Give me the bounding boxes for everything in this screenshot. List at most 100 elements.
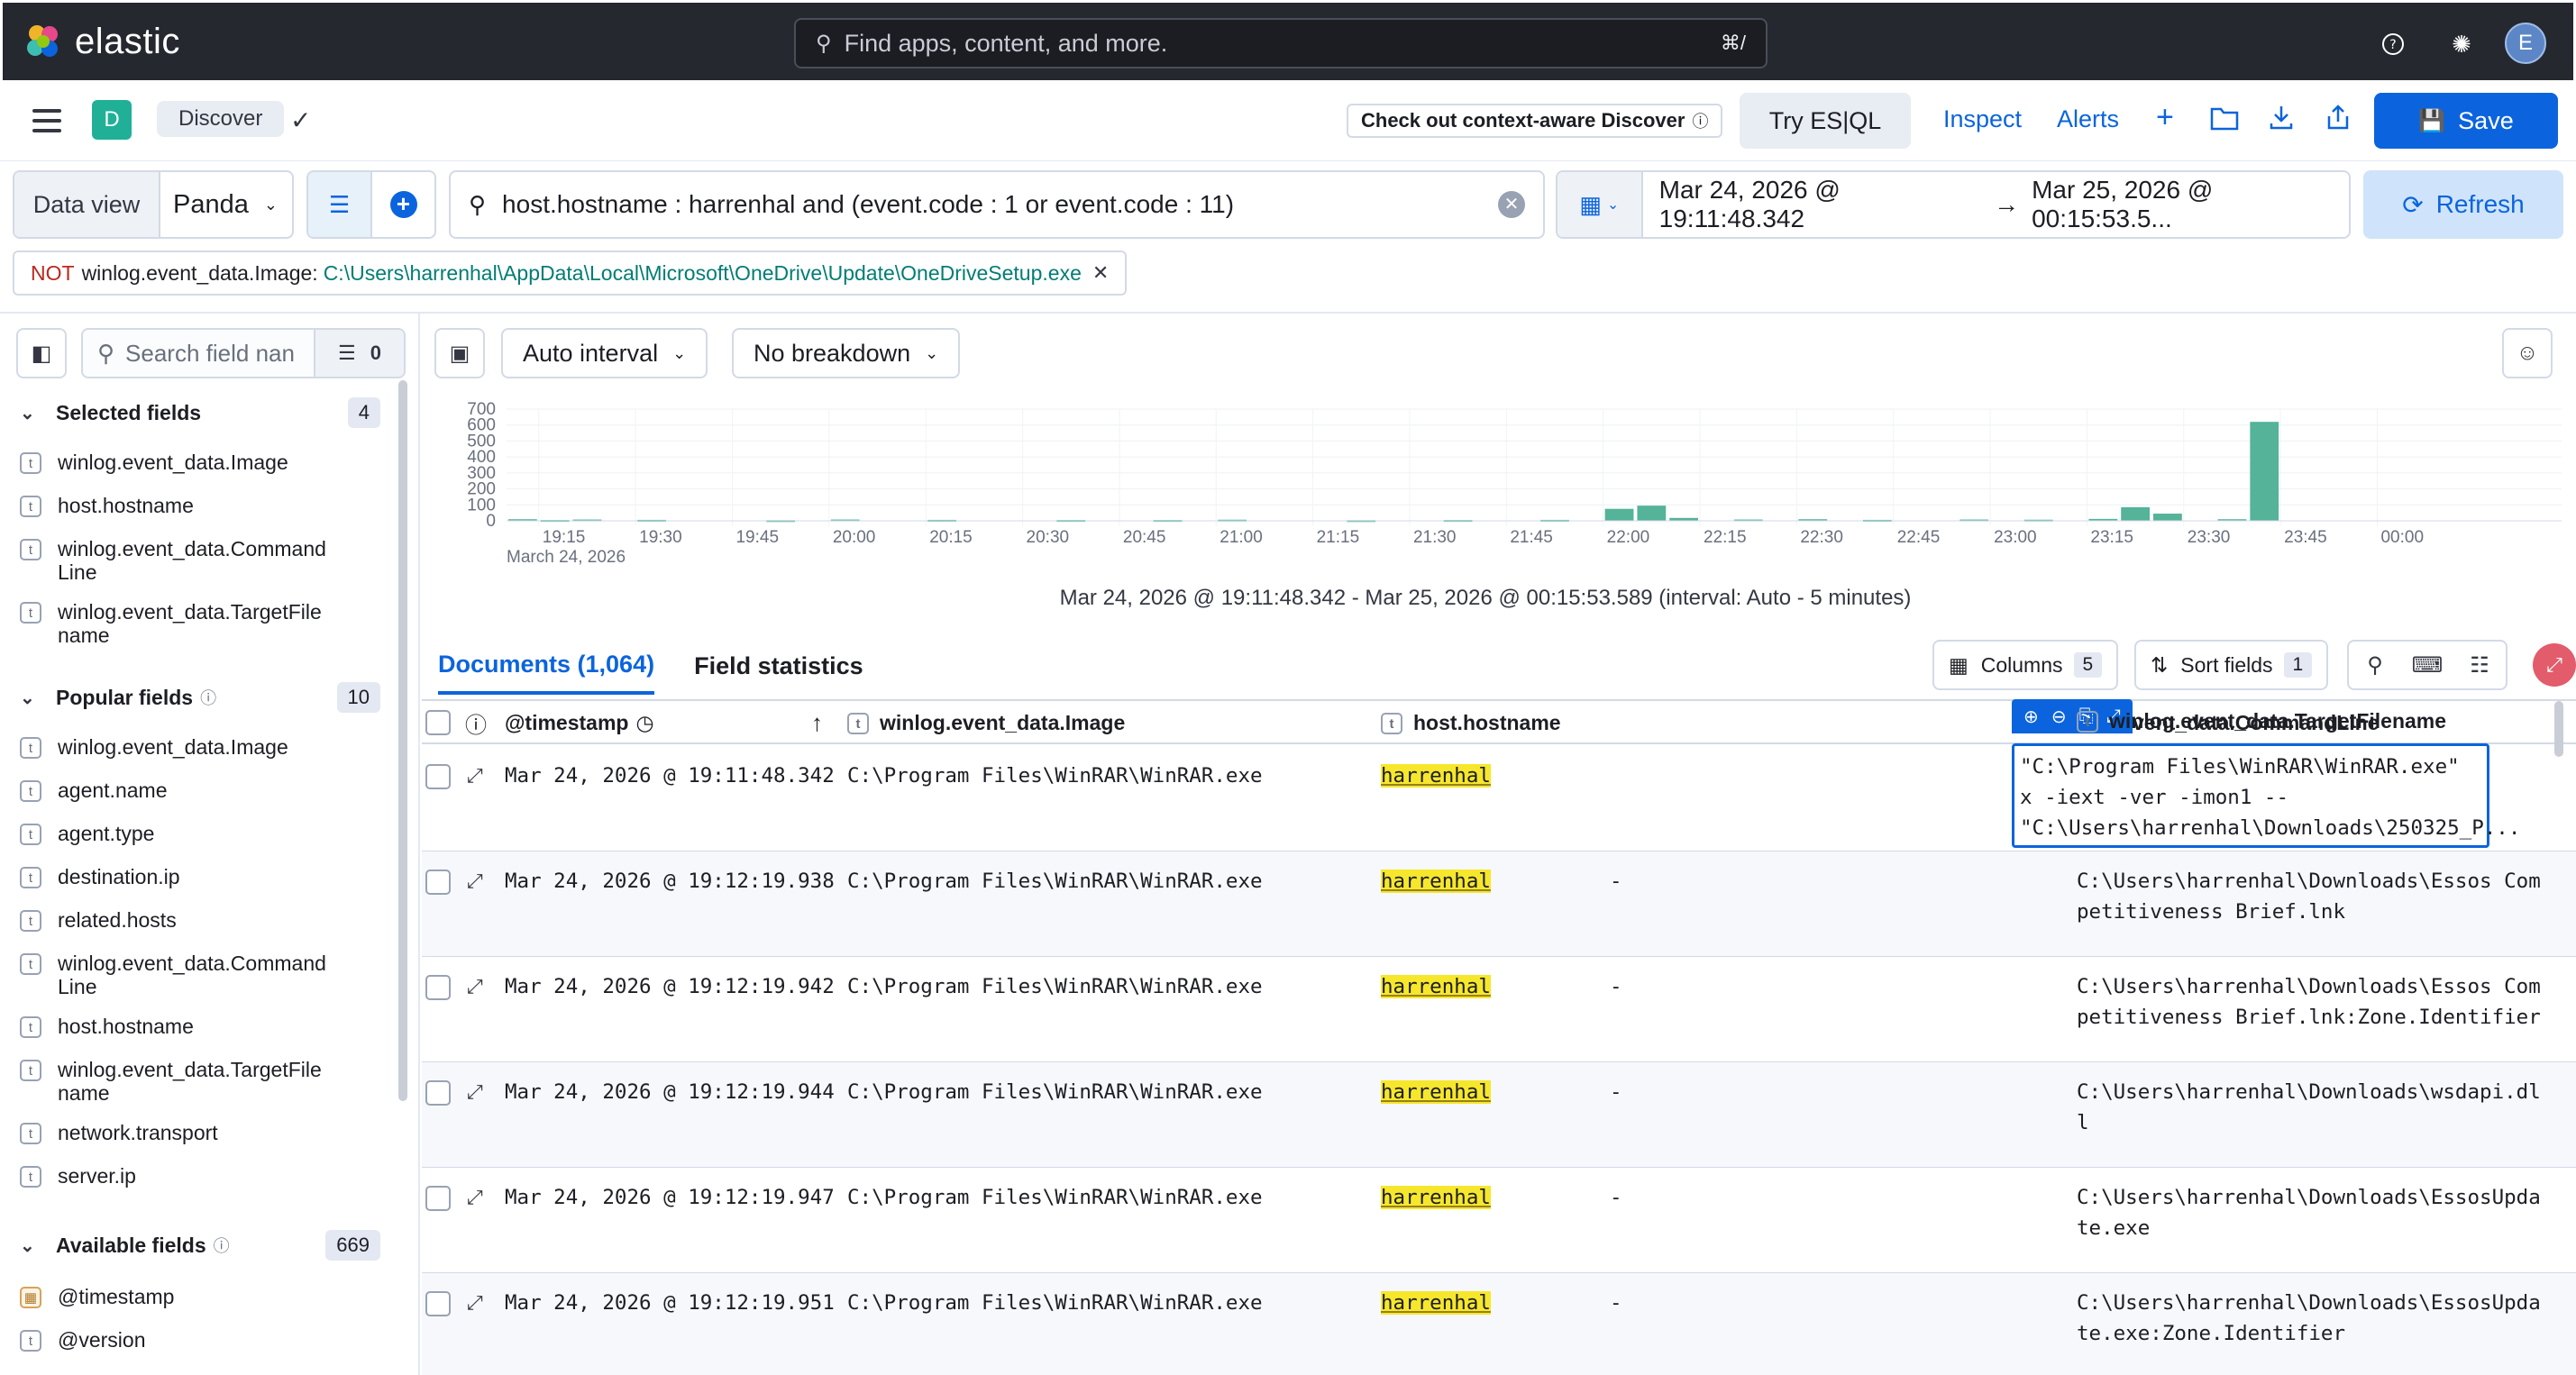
new-search-icon[interactable]: + (2156, 100, 2174, 135)
column-header-image[interactable]: t winlog.event_data.Image (847, 701, 1125, 744)
clear-query-icon[interactable]: ✕ (1498, 191, 1525, 218)
row-checkbox[interactable] (425, 1186, 451, 1211)
field-search-input[interactable]: ⚲ Search field nan ☰ 0 (81, 328, 406, 378)
column-header-timestamp[interactable]: @timestamp ◷ (505, 701, 654, 744)
field-filter-button[interactable]: ☰ 0 (314, 330, 404, 377)
histogram-bar[interactable] (2250, 422, 2279, 521)
remove-filter-icon[interactable]: ✕ (1092, 261, 1109, 285)
field-item[interactable]: t agent.name (20, 779, 380, 802)
table-row[interactable]: ⤢ Mar 24, 2026 @ 19:12:19.947 C:\Program F… (422, 1168, 2576, 1273)
save-button[interactable]: 💾 Save (2374, 93, 2558, 149)
row-checkbox[interactable] (425, 870, 451, 895)
table-row[interactable]: ⤢ Mar 24, 2026 @ 19:12:19.938 C:\Program F… (422, 851, 2576, 957)
date-picker[interactable]: ▦ ⌄ Mar 24, 2026 @ 19:11:48.342 → Mar 25… (1556, 170, 2351, 239)
field-item[interactable]: t winlog.event_data.CommandLine (20, 952, 380, 998)
column-header-hostname[interactable]: t host.hostname (1381, 701, 1561, 744)
selected-fields-header[interactable]: ⌄ Selected fields 4 (20, 395, 380, 431)
field-item[interactable]: t network.transport (20, 1121, 380, 1144)
expand-row-icon[interactable]: ⤢ (467, 1182, 483, 1213)
interval-select[interactable]: Auto interval ⌄ (501, 328, 708, 378)
keyboard-icon[interactable]: ⌨ (2401, 642, 2453, 688)
histogram-bar[interactable] (2153, 514, 2182, 521)
help-icon[interactable]: ? (2373, 24, 2413, 64)
user-avatar[interactable]: E (2505, 23, 2546, 64)
sidebar-scrollbar[interactable] (398, 380, 407, 1101)
field-item[interactable]: t server.ip (20, 1164, 380, 1188)
tab-field-statistics[interactable]: Field statistics (694, 652, 863, 693)
date-start[interactable]: Mar 24, 2026 @ 19:11:48.342 (1659, 176, 1981, 233)
whats-new-icon[interactable]: ✺ (2442, 24, 2481, 64)
context-aware-callout[interactable]: Check out context-aware Discover ⓘ (1347, 104, 1723, 138)
data-view-picker[interactable]: Data view Panda ⌄ (13, 170, 294, 239)
table-row[interactable]: ⤢ Mar 24, 2026 @ 19:12:19.942 C:\Program F… (422, 957, 2576, 1062)
column-header-targetfilename-label[interactable]: t winlog.event_data.TargetFilename (2077, 699, 2446, 742)
inspect-button[interactable]: Inspect (1943, 105, 2022, 133)
row-checkbox[interactable] (425, 764, 451, 789)
row-checkbox[interactable] (425, 1291, 451, 1316)
calendar-icon[interactable]: ▦ ⌄ (1557, 172, 1643, 237)
filter-pill[interactable]: NOT winlog.event_data.Image: C:\Users\ha… (13, 250, 1128, 296)
filter-in-icon[interactable]: ⊕ (2023, 706, 2039, 728)
field-item[interactable]: t destination.ip (20, 865, 380, 888)
field-item[interactable]: t agent.type (20, 822, 380, 845)
assistant-icon[interactable]: ☺ (2502, 328, 2553, 378)
field-item[interactable]: t host.hostname (20, 1015, 380, 1038)
info-icon[interactable]: ⓘ (200, 686, 216, 709)
sort-fields-button[interactable]: ⇅ Sort fields 1 (2134, 640, 2329, 690)
field-item[interactable]: t related.hosts (20, 908, 380, 932)
collapse-sidebar-icon[interactable]: ◧ (16, 328, 67, 378)
expand-row-icon[interactable]: ⤢ (467, 1288, 483, 1318)
info-icon[interactable]: ⓘ (465, 701, 487, 744)
field-item[interactable]: t winlog.event_data.CommandLine (20, 537, 380, 584)
chart-options-icon[interactable]: ▣ (434, 328, 485, 378)
open-folder-icon[interactable] (2210, 105, 2239, 135)
breakdown-select[interactable]: No breakdown ⌄ (732, 328, 961, 378)
sort-ascending-icon[interactable]: ↑ (811, 701, 823, 744)
date-end[interactable]: Mar 25, 2026 @ 00:15:53.5... (2032, 176, 2349, 233)
field-item-timestamp[interactable]: ▦ @timestamp (20, 1285, 380, 1308)
refresh-button[interactable]: ⟳ Refresh (2363, 170, 2563, 239)
histogram-bar[interactable] (1637, 505, 1667, 521)
grid-scrollbar[interactable] (2554, 701, 2563, 757)
expand-row-icon[interactable]: ⤢ (467, 1077, 483, 1107)
histogram-bar[interactable] (1604, 508, 1634, 521)
available-fields-header[interactable]: ⌄ Available fields ⓘ 669 (20, 1227, 380, 1263)
histogram-chart[interactable]: 700600500400300200100019:15 19:30 19:45 20:… (452, 400, 2576, 598)
expand-row-icon[interactable]: ⤢ (467, 866, 483, 897)
breadcrumb-discover[interactable]: Discover (157, 101, 285, 137)
add-filter-icon[interactable]: + (372, 172, 434, 237)
filter-menu-icon[interactable]: ☰ (308, 172, 372, 237)
space-badge[interactable]: D (92, 100, 132, 140)
field-item[interactable]: t winlog.event_data.TargetFilename (20, 600, 380, 647)
field-item[interactable]: t winlog.event_data.Image (20, 735, 380, 759)
info-icon[interactable]: ⓘ (214, 1234, 230, 1257)
global-search-input[interactable]: ⚲ Find apps, content, and more. ⌘/ (794, 18, 1768, 68)
elastic-logo[interactable]: elastic (24, 19, 180, 64)
field-item[interactable]: t winlog.event_data.TargetFilename (20, 1058, 380, 1105)
row-checkbox[interactable] (425, 1080, 451, 1106)
histogram-bar[interactable] (2121, 506, 2150, 521)
row-checkbox[interactable] (425, 975, 451, 1000)
commandline-cell-popover[interactable]: "C:\Program Files\WinRAR\WinRAR.exe" x -… (2012, 743, 2520, 848)
settings-sliders-icon[interactable]: ☷ (2453, 642, 2506, 688)
field-item[interactable]: t host.hostname (20, 494, 380, 517)
field-item-version[interactable]: t @version (20, 1328, 380, 1352)
share-icon[interactable] (2325, 104, 2351, 135)
popular-fields-header[interactable]: ⌄ Popular fields ⓘ 10 (20, 679, 380, 715)
columns-button[interactable]: ▦ Columns 5 (1932, 640, 2119, 690)
alerts-button[interactable]: Alerts (2057, 105, 2119, 133)
search-icon[interactable]: ⚲ (2349, 642, 2401, 688)
query-input[interactable]: ⚲ host.hostname : harrenhal and (event.c… (449, 170, 1545, 239)
menu-icon[interactable] (32, 109, 61, 139)
filter-out-icon[interactable]: ⊖ (2051, 706, 2067, 728)
field-item[interactable]: t winlog.event_data.Image (20, 451, 380, 474)
fullscreen-icon[interactable]: ⤢ (2533, 643, 2576, 687)
try-esql-button[interactable]: Try ES|QL (1740, 93, 1911, 149)
select-all-checkbox[interactable] (425, 701, 451, 744)
table-row[interactable]: ⤢ Mar 24, 2026 @ 19:12:19.944 C:\Program F… (422, 1062, 2576, 1168)
table-row[interactable]: ⤢ Mar 24, 2026 @ 19:12:19.951 C:\Program F… (422, 1273, 2576, 1375)
tab-documents[interactable]: Documents (1,064) (438, 651, 655, 695)
expand-row-icon[interactable]: ⤢ (467, 760, 483, 791)
expand-row-icon[interactable]: ⤢ (467, 971, 483, 1002)
download-icon[interactable] (2268, 104, 2295, 135)
